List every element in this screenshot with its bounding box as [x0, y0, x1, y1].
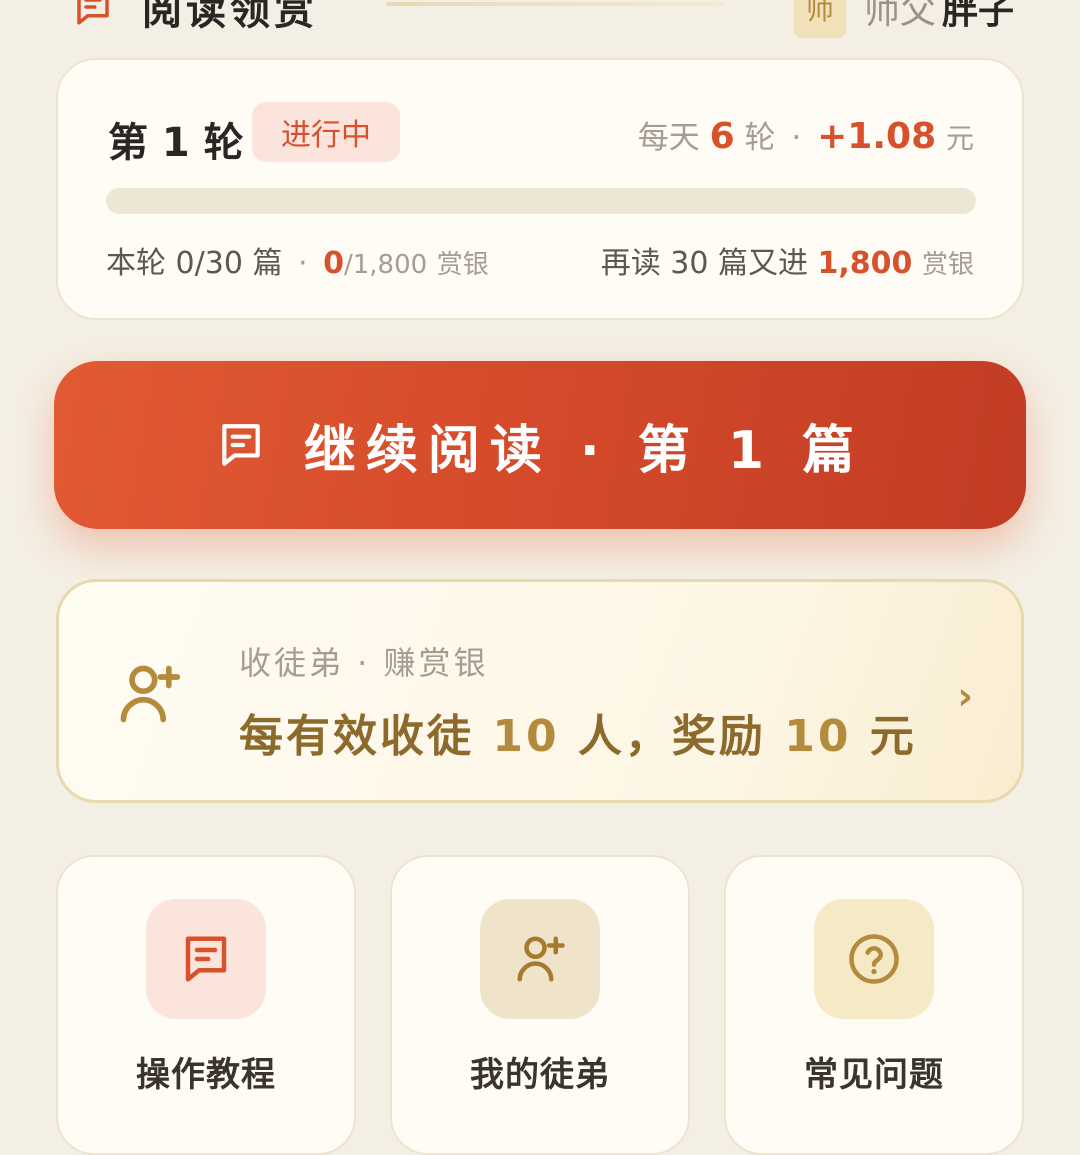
articles-read-count: 本轮 0/30 篇: [106, 246, 283, 281]
tutorial-label: 操作教程: [136, 1055, 276, 1095]
invite-subtitle: 收徒弟 · 赚赏银: [239, 644, 489, 682]
apprentice-icon: [517, 936, 565, 982]
master-badge: 师: [793, 0, 846, 38]
status-badge: 进行中: [252, 102, 400, 162]
add-user-icon: [120, 665, 181, 723]
apprentice-label: 我的徒弟: [470, 1055, 610, 1095]
invite-apprentice-banner[interactable]: 收徒弟 · 赚赏银 每有效收徒 10 人，奖励 10 元 ›: [56, 579, 1024, 803]
daily-rounds-unit: 轮: [744, 120, 776, 156]
remaining-silver: 1,800: [817, 246, 913, 281]
round-progress-bar: [106, 188, 976, 214]
continue-reading-label: 继续阅读 · 第 1 篇: [303, 420, 865, 481]
master-name: 胖子: [941, 0, 1014, 32]
remaining-reward-stat: 再读 30 篇又进 1,800 赏银: [601, 238, 974, 282]
apprentice-icon-box: [480, 899, 600, 1019]
separator: ·: [791, 120, 802, 156]
daily-prefix: 每天: [637, 120, 700, 156]
daily-reward-amount: +1.08: [817, 116, 937, 157]
apprentice-tile[interactable]: 我的徒弟: [390, 855, 690, 1155]
header-divider: [386, 2, 726, 6]
silver-unit: 赏银: [921, 250, 974, 280]
round-card: 第 1 轮 进行中 每天 6 轮 · +1.08 元 本轮 0/30 篇 · 0…: [56, 58, 1024, 320]
article-icon: [222, 424, 260, 466]
top-header: 阅读领赏 师 师父 胖子: [0, 0, 1080, 40]
round-progress-stat: 本轮 0/30 篇 · 0/1,800 赏银: [106, 238, 489, 282]
page-title: 阅读领赏: [142, 0, 318, 34]
faq-tile[interactable]: 常见问题: [724, 855, 1024, 1155]
separator: ·: [298, 246, 308, 281]
earned-silver: 0: [323, 246, 344, 281]
round-title: 第 1 轮: [108, 120, 244, 166]
daily-reward-unit: 元: [945, 122, 974, 155]
invite-main-mid: 人，奖励: [577, 711, 766, 762]
daily-reward-info: 每天 6 轮 · +1.08 元: [638, 112, 974, 157]
remaining-prefix: 再读 30 篇又进: [600, 246, 808, 281]
master-info[interactable]: 师 师父 胖子: [793, 0, 1014, 38]
page-header-title-group: 阅读领赏: [72, 0, 318, 36]
master-label: 师父: [863, 0, 936, 32]
tutorial-tile[interactable]: 操作教程: [56, 855, 356, 1155]
invite-main-suffix: 元: [869, 711, 917, 762]
daily-rounds: 6: [709, 116, 735, 157]
invite-main-prefix: 每有效收徒: [239, 711, 474, 762]
faq-label: 常见问题: [804, 1055, 944, 1095]
invite-count: 10: [492, 711, 560, 762]
faq-icon-box: [814, 899, 934, 1019]
question-icon: [849, 934, 899, 984]
chevron-right-icon: ›: [957, 674, 973, 718]
invite-reward-text: 每有效收徒 10 人，奖励 10 元: [239, 700, 917, 764]
silver-unit: 赏银: [436, 250, 489, 280]
invite-amount: 10: [784, 711, 852, 762]
article-icon: [77, 0, 109, 25]
total-silver: /1,800: [343, 250, 428, 280]
tutorial-icon: [185, 936, 227, 982]
continue-reading-button[interactable]: 继续阅读 · 第 1 篇: [54, 361, 1026, 529]
tutorial-icon-box: [146, 899, 266, 1019]
